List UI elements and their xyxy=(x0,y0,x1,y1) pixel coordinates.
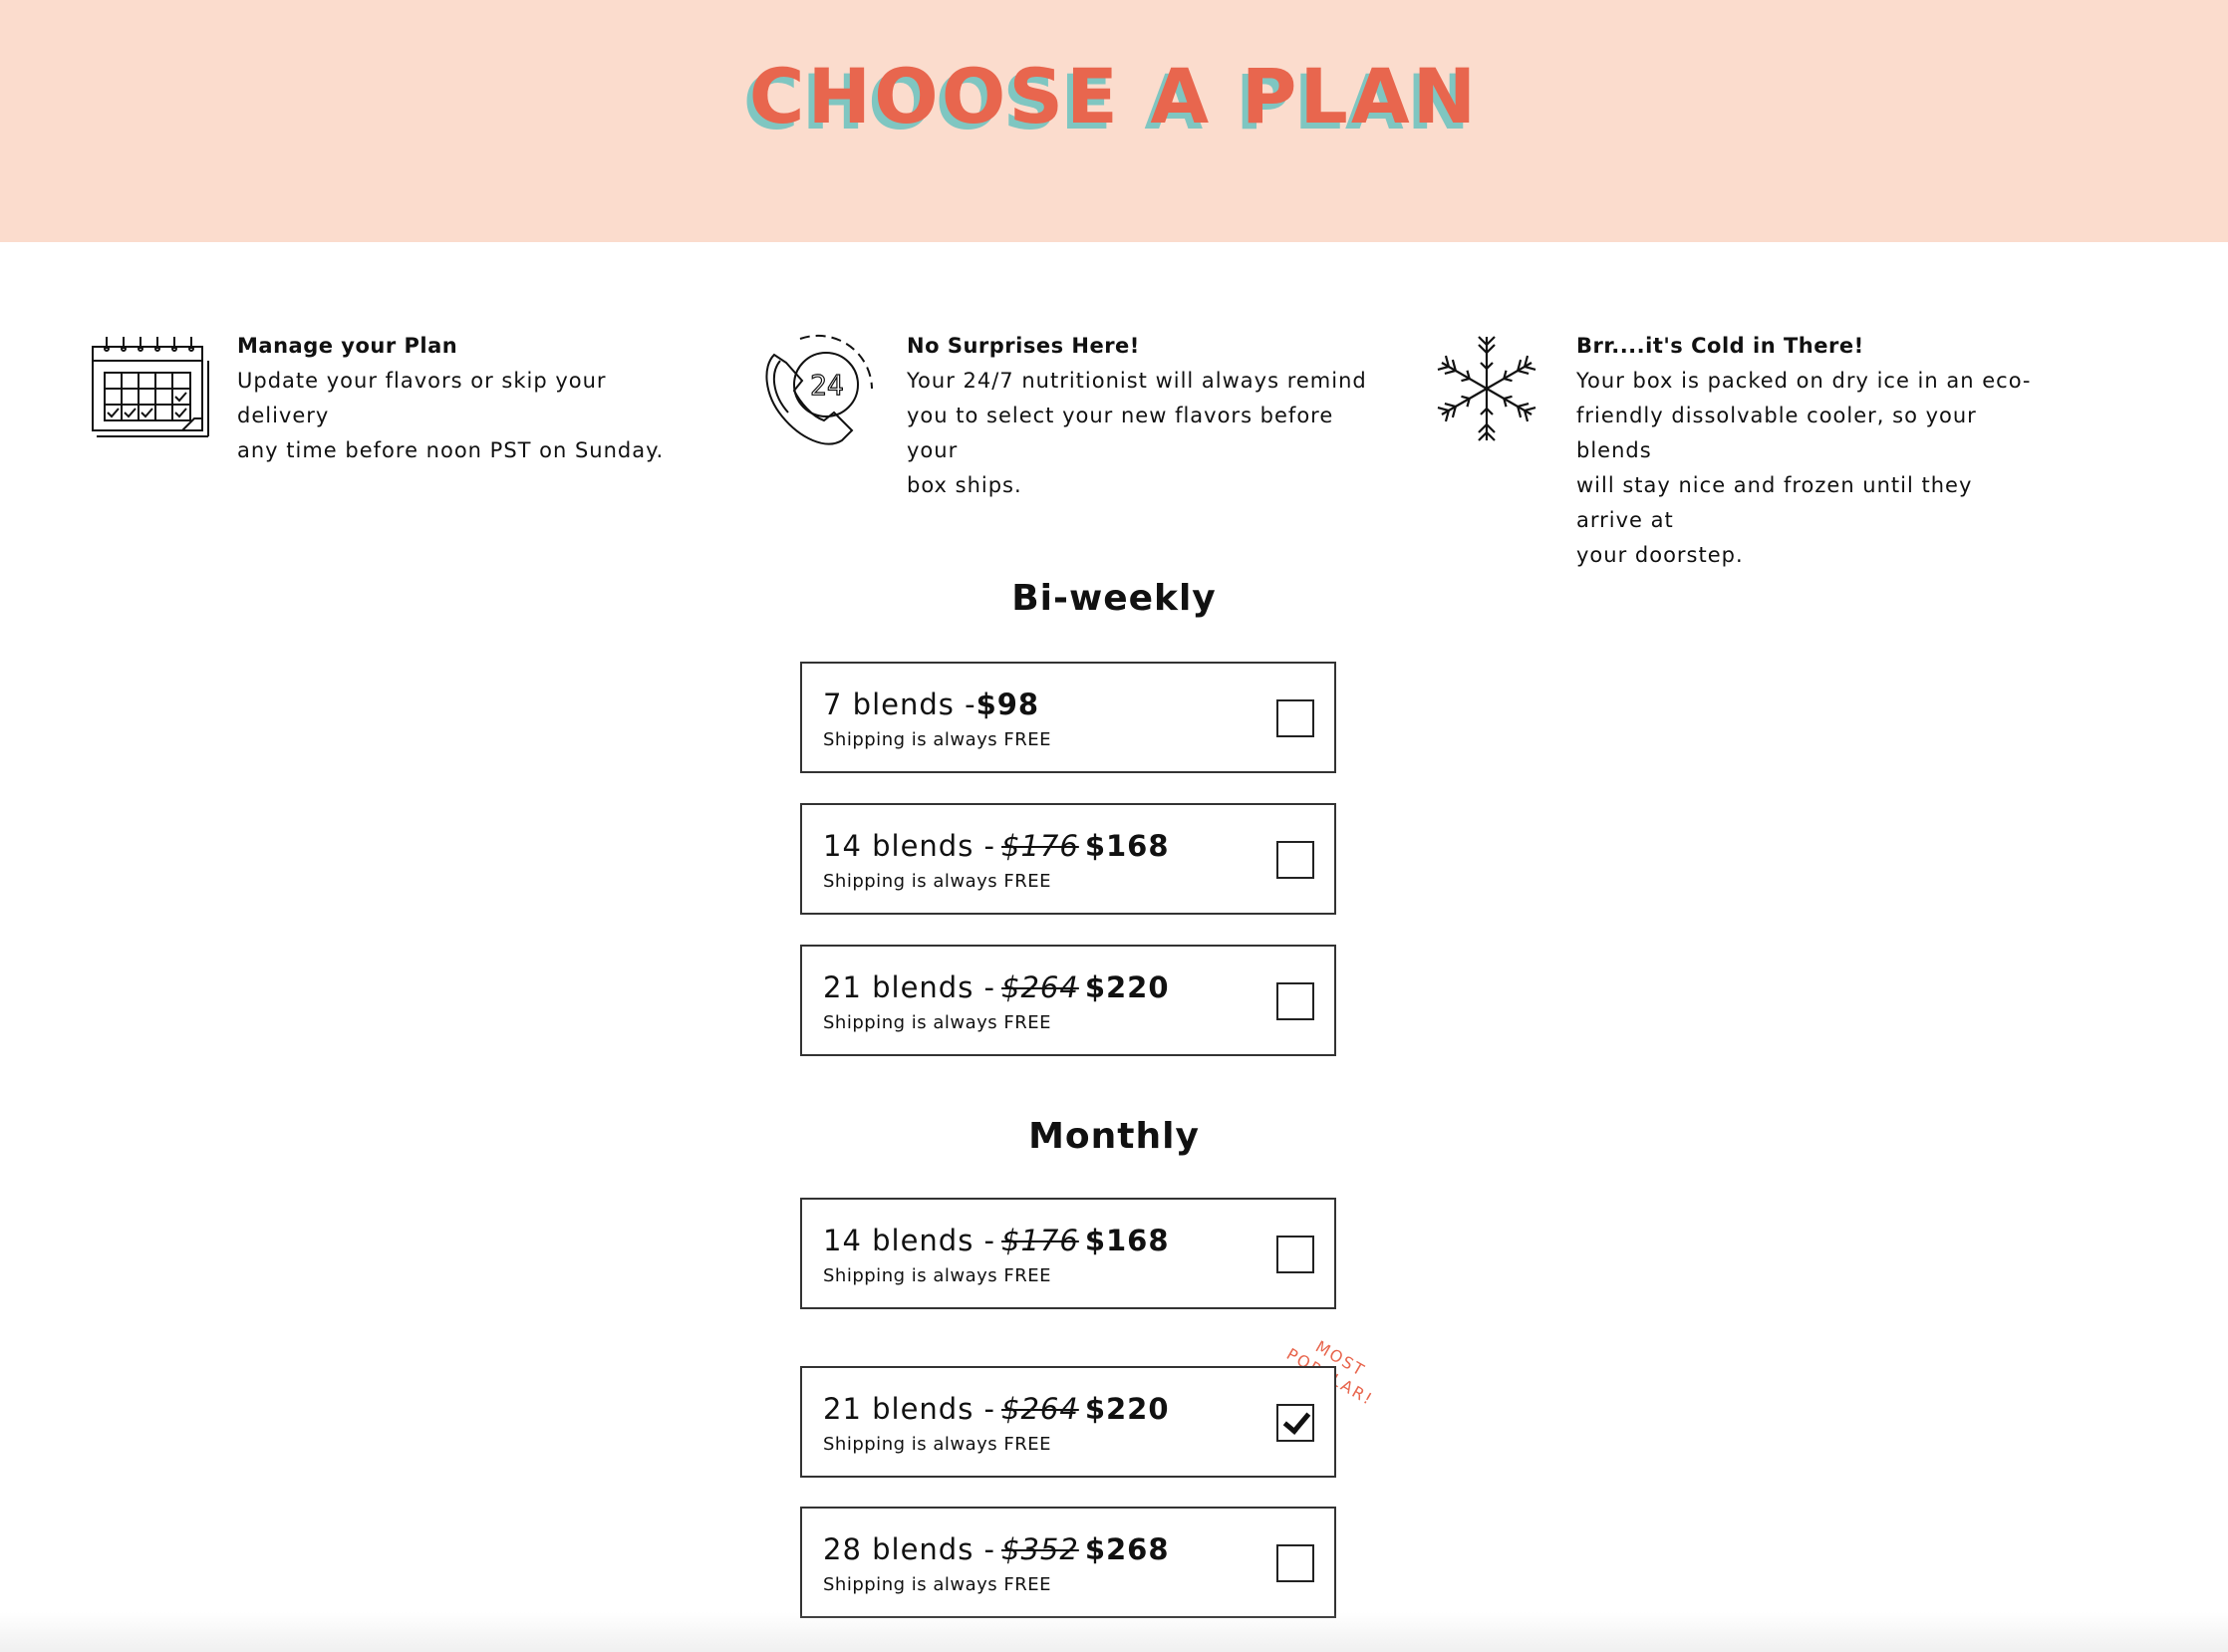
plan-label: 14 blends - $176 $168 xyxy=(823,1224,1170,1257)
plan-checkbox-checked[interactable] xyxy=(1276,1404,1314,1442)
plan-checkbox[interactable] xyxy=(1276,841,1314,879)
feature-text: Brr....it's Cold in There! Your box is p… xyxy=(1576,329,2045,573)
plan-blends: 14 blends - xyxy=(823,829,996,863)
plan-blends: 14 blends - xyxy=(823,1224,996,1257)
feature-title: No Surprises Here! xyxy=(907,334,1140,358)
plan-price: $220 xyxy=(1084,970,1170,1004)
feature-line: your doorstep. xyxy=(1576,543,1744,567)
plan-price: $168 xyxy=(1084,1224,1170,1257)
plan-checkbox[interactable] xyxy=(1276,699,1314,737)
plan-price: $168 xyxy=(1084,829,1170,863)
bottom-shadow xyxy=(0,1612,2228,1652)
plan-checkbox[interactable] xyxy=(1276,1236,1314,1273)
feature-text: No Surprises Here! Your 24/7 nutritionis… xyxy=(907,329,1375,503)
plan-price: $268 xyxy=(1084,1532,1170,1566)
plan-shipping: Shipping is always FREE xyxy=(823,871,1051,892)
plan-blends: 7 blends - xyxy=(823,688,976,721)
section-title-biweekly: Bi-weekly xyxy=(1011,578,1217,619)
header-banner: CHOOSE A PLAN xyxy=(0,0,2228,242)
plan-old-price: $264 xyxy=(1001,1392,1079,1426)
plan-checkbox[interactable] xyxy=(1276,982,1314,1020)
svg-text:24: 24 xyxy=(810,369,844,402)
plan-blends: 21 blends - xyxy=(823,1392,996,1426)
plan-price: $98 xyxy=(975,688,1040,721)
plan-option[interactable]: 28 blends - $352 $268 Shipping is always F… xyxy=(800,1507,1336,1618)
plan-option[interactable]: 14 blends - $176 $168 Shipping is always F… xyxy=(800,1198,1336,1309)
feature-line: any time before noon PST on Sunday. xyxy=(237,438,665,462)
snowflake-icon xyxy=(1430,333,1549,448)
feature-line: will stay nice and frozen until they arr… xyxy=(1576,473,1973,532)
plan-shipping: Shipping is always FREE xyxy=(823,729,1051,750)
plan-label: 7 blends -$98 xyxy=(823,688,1039,721)
calendar-icon xyxy=(91,333,210,446)
plan-shipping: Shipping is always FREE xyxy=(823,1012,1051,1033)
feature-line: Update your flavors or skip your deliver… xyxy=(237,369,607,427)
feature-line: Your box is packed on dry ice in an eco- xyxy=(1576,369,2032,393)
plan-shipping: Shipping is always FREE xyxy=(823,1434,1051,1455)
feature-title: Manage your Plan xyxy=(237,334,458,358)
plan-price: $220 xyxy=(1084,1392,1170,1426)
plan-option[interactable]: 21 blends - $264 $220 Shipping is always F… xyxy=(800,945,1336,1056)
feature-line: you to select your new flavors before yo… xyxy=(907,404,1334,462)
feature-line: Your 24/7 nutritionist will always remin… xyxy=(907,369,1367,393)
page-title: CHOOSE A PLAN xyxy=(748,52,1480,140)
feature-text: Manage your Plan Update your flavors or … xyxy=(237,329,705,468)
plan-shipping: Shipping is always FREE xyxy=(823,1574,1051,1595)
feature-title: Brr....it's Cold in There! xyxy=(1576,334,1864,358)
section-title-monthly: Monthly xyxy=(1028,1116,1200,1157)
feature-line: box ships. xyxy=(907,473,1022,497)
plan-option[interactable]: 14 blends - $176 $168 Shipping is always F… xyxy=(800,803,1336,915)
plan-old-price: $176 xyxy=(1001,829,1079,863)
plan-option-selected[interactable]: 21 blends - $264 $220 Shipping is always F… xyxy=(800,1366,1336,1478)
plan-old-price: $352 xyxy=(1001,1532,1079,1566)
plan-blends: 28 blends - xyxy=(823,1532,996,1566)
plan-blends: 21 blends - xyxy=(823,970,996,1004)
plan-label: 28 blends - $352 $268 xyxy=(823,1532,1170,1566)
plan-old-price: $264 xyxy=(1001,970,1079,1004)
feature-line: friendly dissolvable cooler, so your ble… xyxy=(1576,404,1977,462)
plan-label: 14 blends - $176 $168 xyxy=(823,829,1170,863)
plan-label: 21 blends - $264 $220 xyxy=(823,1392,1170,1426)
plan-shipping: Shipping is always FREE xyxy=(823,1265,1051,1286)
plan-checkbox[interactable] xyxy=(1276,1544,1314,1582)
phone-24-icon: 24 xyxy=(760,333,882,456)
plan-old-price: $176 xyxy=(1001,1224,1079,1257)
plan-label: 21 blends - $264 $220 xyxy=(823,970,1170,1004)
plan-option[interactable]: 7 blends -$98 Shipping is always FREE xyxy=(800,662,1336,773)
